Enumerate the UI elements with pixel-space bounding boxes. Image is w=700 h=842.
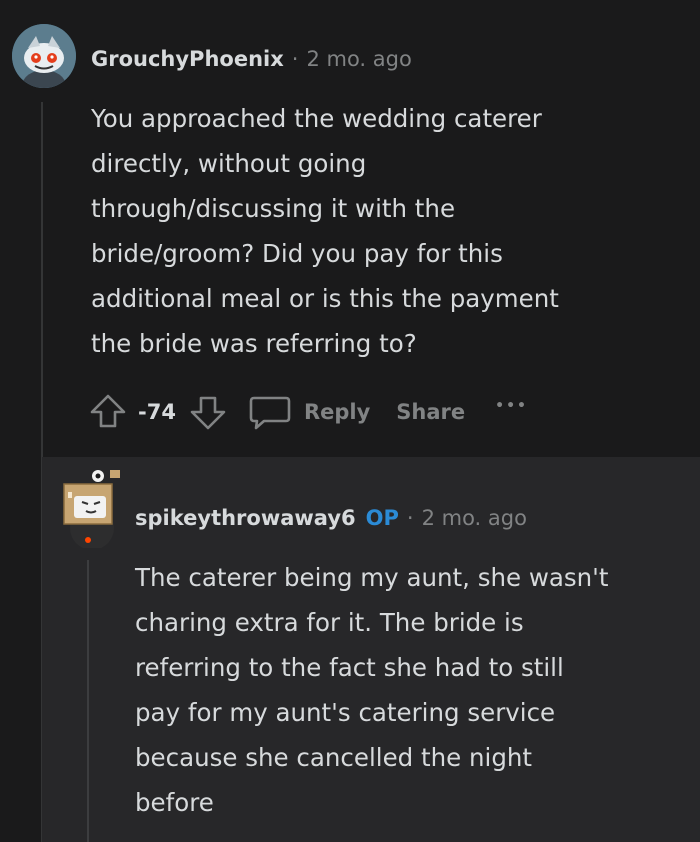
comment-line: through/discussing it with the: [91, 194, 456, 223]
comment-line: the bride was referring to?: [91, 329, 417, 358]
reply-line: referring to the fact she had to still: [135, 653, 564, 682]
reply-line: The caterer being my aunt, she wasn't: [135, 563, 609, 592]
reply-line: because she cancelled the night: [135, 743, 533, 772]
comment-line: bride/groom? Did you pay for this: [91, 239, 503, 268]
boxhead-avatar-icon: [63, 470, 120, 548]
reply-icon[interactable]: [248, 392, 292, 432]
downvote-icon[interactable]: [188, 392, 228, 432]
reply-timestamp[interactable]: 2 mo. ago: [422, 506, 527, 530]
snoo-avatar-icon: [12, 24, 76, 88]
reply-button[interactable]: Reply: [304, 400, 370, 424]
share-button[interactable]: Share: [396, 400, 465, 424]
meta-separator: ·: [406, 506, 414, 530]
vote-score: -74: [138, 400, 176, 424]
reply-body: The caterer being my aunt, she wasn't ch…: [135, 555, 609, 825]
meta-separator: ·: [291, 47, 299, 71]
more-options-icon[interactable]: •••: [495, 398, 528, 414]
reply-meta: spikeythrowaway6 OP · 2 mo. ago: [135, 506, 527, 530]
upvote-icon[interactable]: [88, 392, 128, 432]
comment-line: directly, without going: [91, 149, 367, 178]
comment-body: You approached the wedding caterer direc…: [91, 96, 559, 366]
reply-line: pay for my aunt's catering service: [135, 698, 556, 727]
comment-line: You approached the wedding caterer: [91, 104, 542, 133]
comment-author[interactable]: GrouchyPhoenix: [91, 47, 284, 71]
reply-avatar[interactable]: [58, 468, 122, 548]
op-badge: OP: [365, 506, 399, 530]
comment-timestamp[interactable]: 2 mo. ago: [306, 47, 411, 71]
reply-thread-line[interactable]: [87, 560, 89, 842]
comment-meta: GrouchyPhoenix · 2 mo. ago: [91, 47, 412, 71]
comment-actions: -74 Reply Share •••: [88, 390, 528, 434]
avatar[interactable]: [12, 24, 76, 88]
reply-line: charing extra for it. The bride is: [135, 608, 524, 637]
reply-author[interactable]: spikeythrowaway6: [135, 506, 356, 530]
reply-line: before: [135, 788, 214, 817]
comment-line: additional meal or is this the payment: [91, 284, 559, 313]
